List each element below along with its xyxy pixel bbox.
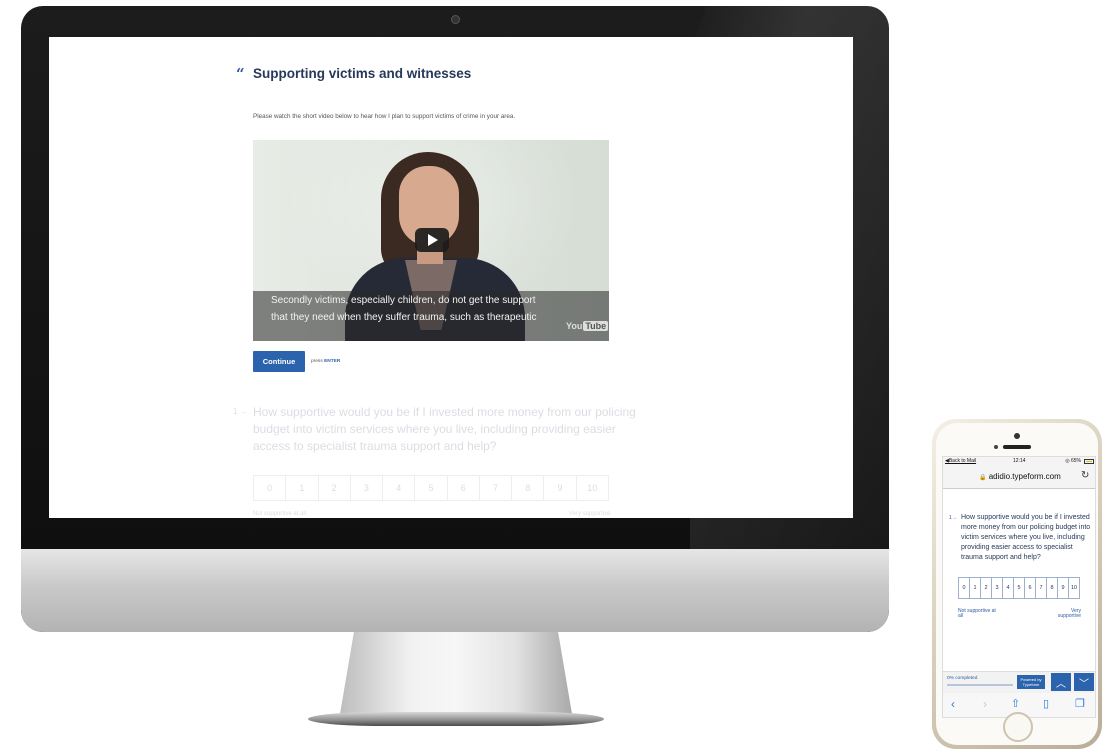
url-text: 🔒 adidio.typeform.com bbox=[943, 472, 1095, 481]
continue-button[interactable]: Continue bbox=[253, 351, 305, 372]
scale-option-10[interactable]: 10 bbox=[1069, 578, 1079, 598]
scale-option-10[interactable]: 10 bbox=[577, 476, 608, 500]
scale-option-2[interactable]: 2 bbox=[319, 476, 351, 500]
scale-option-9[interactable]: 9 bbox=[544, 476, 577, 500]
scale-option-8[interactable]: 8 bbox=[512, 476, 545, 500]
address-bar[interactable]: 🔒 adidio.typeform.com ↻ bbox=[943, 466, 1095, 489]
scale-option-8[interactable]: 8 bbox=[1047, 578, 1058, 598]
front-camera-icon bbox=[1014, 433, 1020, 439]
youtube-logo-text: You bbox=[566, 321, 583, 331]
chevron-up-icon: ︿ bbox=[1056, 678, 1066, 690]
mobile-footer: 0% completed Powered by Typeform ︿ ﹀ bbox=[943, 671, 1095, 694]
battery-icon bbox=[1084, 459, 1094, 464]
scale-option-5[interactable]: 5 bbox=[1014, 578, 1025, 598]
progress-bar bbox=[947, 684, 1013, 686]
mobile-scale-high-label: Very supportive bbox=[1057, 608, 1081, 619]
scale-option-9[interactable]: 9 bbox=[1058, 578, 1069, 598]
reload-icon[interactable]: ↻ bbox=[1081, 470, 1089, 481]
bookmarks-icon[interactable]: ▯ bbox=[1043, 697, 1049, 710]
sensor-icon bbox=[994, 445, 998, 449]
enter-hint-prefix: press bbox=[311, 359, 325, 364]
scale-option-0[interactable]: 0 bbox=[254, 476, 287, 500]
scale-option-7[interactable]: 7 bbox=[480, 476, 513, 500]
mobile-opinion-scale: 0 1 2 3 4 5 6 7 8 9 10 bbox=[958, 577, 1080, 599]
tabs-icon[interactable]: ❐ bbox=[1075, 697, 1085, 710]
status-time: 12:14 bbox=[1013, 458, 1026, 464]
question-text: How supportive would you be if I investe… bbox=[253, 405, 636, 453]
webcam-icon bbox=[451, 15, 460, 24]
youtube-logo[interactable]: You Tube bbox=[566, 321, 609, 331]
caption-line-2: that they need when they suffer trauma, … bbox=[271, 312, 537, 323]
back-to-mail-link[interactable]: ◀Back to Mail bbox=[945, 458, 976, 464]
caption-bar: Secondly victims, especially children, d… bbox=[253, 291, 609, 341]
scale-option-7[interactable]: 7 bbox=[1036, 578, 1047, 598]
caption-line-1: Secondly victims, especially children, d… bbox=[271, 295, 536, 306]
scale-option-5[interactable]: 5 bbox=[415, 476, 448, 500]
youtube-logo-tube: Tube bbox=[583, 321, 609, 331]
mobile-question-text: How supportive would you be if I investe… bbox=[961, 514, 1091, 561]
url-value: adidio.typeform.com bbox=[988, 472, 1061, 481]
home-button[interactable] bbox=[1003, 712, 1033, 742]
share-icon[interactable]: ⇧ bbox=[1011, 697, 1020, 710]
mobile-question-number: 1→ bbox=[949, 515, 957, 521]
imac-stand-base bbox=[308, 712, 604, 726]
phone-screen: ◀Back to Mail 12:14 ◎ 65% 🔒 adidio.typefo… bbox=[942, 456, 1096, 718]
scale-option-3[interactable]: 3 bbox=[351, 476, 384, 500]
video-player[interactable]: Secondly victims, especially children, d… bbox=[253, 140, 609, 341]
scale-option-4[interactable]: 4 bbox=[1003, 578, 1014, 598]
scale-option-1[interactable]: 1 bbox=[286, 476, 319, 500]
earpiece bbox=[1003, 445, 1031, 449]
scale-option-2[interactable]: 2 bbox=[981, 578, 992, 598]
forward-arrow-icon[interactable]: › bbox=[983, 697, 987, 711]
lock-icon: 🔒 bbox=[979, 475, 987, 481]
scale-option-4[interactable]: 4 bbox=[383, 476, 416, 500]
scale-option-1[interactable]: 1 bbox=[970, 578, 981, 598]
scale-option-0[interactable]: 0 bbox=[959, 578, 970, 598]
powered-by-typeform[interactable]: Powered by Typeform bbox=[1017, 675, 1045, 689]
progress-text: 0% completed bbox=[947, 676, 978, 681]
status-bar: ◀Back to Mail 12:14 ◎ 65% bbox=[943, 457, 1095, 466]
enter-hint: press ENTER bbox=[311, 359, 340, 364]
page-title: Supporting victims and witnesses bbox=[253, 66, 472, 81]
scale-high-label: Very supportive bbox=[569, 511, 611, 517]
imac-stand bbox=[340, 632, 572, 714]
status-battery-text: ◎ 65% bbox=[1065, 458, 1081, 464]
opinion-scale: 0 1 2 3 4 5 6 7 8 9 10 bbox=[253, 475, 609, 501]
play-icon bbox=[428, 234, 438, 246]
imac-chin bbox=[21, 549, 889, 632]
scale-low-label: Not supportive at all bbox=[253, 511, 307, 517]
chevron-down-icon: ﹀ bbox=[1079, 678, 1089, 690]
page-description: Please watch the short video below to he… bbox=[253, 113, 516, 120]
scale-option-6[interactable]: 6 bbox=[1025, 578, 1036, 598]
desktop-screen: “ Supporting victims and witnesses Pleas… bbox=[49, 37, 853, 518]
enter-hint-key: ENTER bbox=[324, 359, 341, 364]
back-arrow-icon[interactable]: ‹ bbox=[951, 697, 955, 711]
scale-option-3[interactable]: 3 bbox=[992, 578, 1003, 598]
quote-icon: “ bbox=[236, 65, 245, 83]
scale-option-6[interactable]: 6 bbox=[448, 476, 480, 500]
previous-question-button[interactable]: ︿ bbox=[1051, 673, 1071, 691]
mobile-scale-low-label: Not supportive at all bbox=[958, 608, 996, 619]
question-number: 1 → bbox=[233, 407, 248, 416]
next-question-button[interactable]: ﹀ bbox=[1074, 673, 1094, 691]
